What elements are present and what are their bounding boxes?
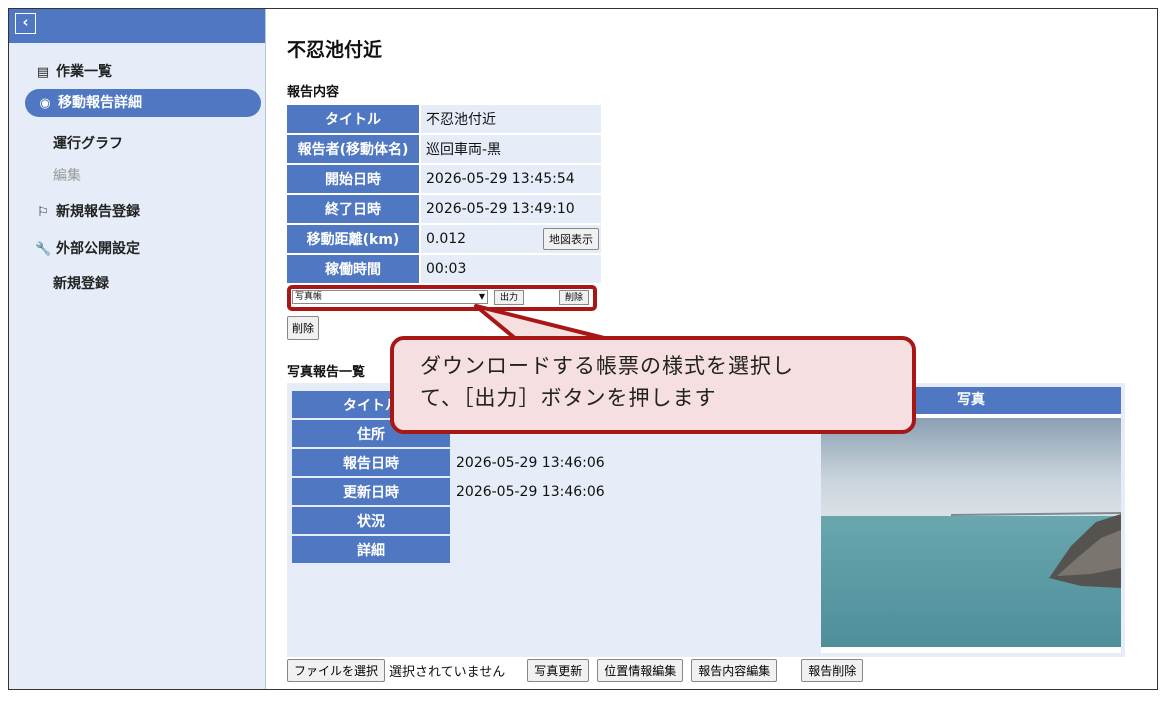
- distance-value: 0.012: [426, 231, 467, 247]
- row-value: 00:03: [421, 255, 601, 283]
- sidebar-item-label: 作業一覧: [56, 64, 112, 80]
- sidebar-item-public-settings[interactable]: 🔧 外部公開設定: [35, 238, 140, 258]
- row-value: 不忍池付近: [421, 105, 601, 133]
- table-row: 終了日時 2026-05-29 13:49:10: [287, 195, 601, 223]
- row-value: 2026-05-29 13:46:06: [456, 483, 605, 500]
- globe-icon: ◉: [39, 96, 51, 111]
- row-key: 更新日時: [292, 478, 450, 505]
- sidebar-item-label: 新規登録: [53, 276, 109, 292]
- table-row: 報告者(移動体名) 巡回車両-黒: [287, 135, 601, 163]
- table-row: 報告日時 2026-05-29 13:46:06: [292, 449, 810, 476]
- table-row: タイトル 不忍池付近: [287, 105, 601, 133]
- export-highlight-box: 写真帳 ▼ 出力 削除: [287, 285, 597, 311]
- sidebar-item-label: 新規報告登録: [56, 204, 140, 220]
- report-section-title: 報告内容: [287, 85, 340, 100]
- table-row: 開始日時 2026-05-29 13:45:54: [287, 165, 601, 193]
- sidebar-item-edit: 編集: [53, 165, 81, 185]
- table-row: 状況: [292, 507, 810, 534]
- sidebar-item-report-detail[interactable]: ◉ 移動報告詳細: [25, 89, 261, 117]
- row-value: 0.012 地図表示: [421, 225, 601, 253]
- row-value: 2026-05-29 13:45:54: [421, 165, 601, 193]
- row-key: 稼働時間: [287, 255, 421, 283]
- page-title: 不忍池付近: [287, 39, 383, 61]
- row-key: 報告日時: [292, 449, 450, 476]
- table-row: 更新日時 2026-05-29 13:46:06: [292, 478, 810, 505]
- row-value: 2026-05-29 13:46:06: [456, 454, 605, 471]
- wrench-icon: 🔧: [35, 242, 52, 257]
- sidebar-header: ‹: [9, 9, 265, 43]
- sidebar-item-operation-graph[interactable]: 運行グラフ: [53, 133, 123, 153]
- table-row: 稼働時間 00:03: [287, 255, 601, 283]
- sidebar-item-task-list[interactable]: ▤ 作業一覧: [35, 61, 112, 81]
- edit-report-button[interactable]: 報告内容編集: [691, 658, 778, 682]
- callout-line: ダウンロードする帳票の様式を選択し: [420, 354, 794, 378]
- chevron-down-icon: ▼: [478, 292, 485, 301]
- report-detail-table: タイトル 不忍池付近 報告者(移動体名) 巡回車両-黒 開始日時 2026-05-29…: [287, 103, 601, 285]
- chevron-left-icon[interactable]: ‹: [15, 13, 36, 34]
- row-key: タイトル: [287, 105, 421, 133]
- sidebar: ‹ ▤ 作業一覧 ◉ 移動報告詳細 運行グラフ 編集 ⚐ 新規報告登録 🔧 外部公開設定…: [9, 9, 266, 689]
- instruction-callout: ダウンロードする帳票の様式を選択し て、［出力］ボタンを押します: [390, 336, 916, 434]
- output-button[interactable]: 出力: [494, 290, 525, 305]
- update-photo-button[interactable]: 写真更新: [527, 658, 590, 682]
- list-icon: ▤: [36, 65, 50, 80]
- flag-icon: ⚐: [37, 205, 49, 220]
- photo-section-title: 写真報告一覧: [287, 365, 366, 380]
- row-value: [450, 536, 810, 563]
- edit-location-button[interactable]: 位置情報編集: [597, 658, 684, 682]
- row-key: 詳細: [292, 536, 450, 563]
- table-row: 詳細: [292, 536, 810, 563]
- sidebar-item-label: 運行グラフ: [53, 136, 123, 152]
- report-photo[interactable]: [821, 418, 1121, 647]
- row-key: 終了日時: [287, 195, 421, 223]
- row-value: [450, 507, 810, 534]
- sidebar-item-new-report[interactable]: ⚐ 新規報告登録: [35, 201, 140, 221]
- row-key: 状況: [292, 507, 450, 534]
- delete-report-button[interactable]: 報告削除: [801, 658, 864, 682]
- row-key: 報告者(移動体名): [287, 135, 421, 163]
- row-key: 移動距離(km): [287, 225, 421, 253]
- map-display-button[interactable]: 地図表示: [543, 228, 599, 250]
- sidebar-item-label: 外部公開設定: [56, 241, 140, 257]
- export-delete-button[interactable]: 削除: [559, 290, 590, 305]
- callout-line: て、［出力］ボタンを押します: [420, 386, 717, 410]
- row-key: 開始日時: [287, 165, 421, 193]
- file-status: 選択されていません: [389, 664, 506, 680]
- sidebar-item-label: 編集: [53, 168, 81, 184]
- delete-button[interactable]: 削除: [287, 316, 319, 340]
- sidebar-item-new-registration[interactable]: 新規登録: [53, 273, 109, 293]
- select-value: 写真帳: [295, 292, 323, 302]
- row-value: 2026-05-29 13:49:10: [421, 195, 601, 223]
- choose-file-button[interactable]: ファイルを選択: [287, 658, 386, 682]
- form-template-select[interactable]: 写真帳 ▼: [292, 290, 488, 304]
- sidebar-item-label: 移動報告詳細: [58, 95, 142, 111]
- row-value: 巡回車両-黒: [421, 135, 601, 163]
- bottom-toolbar: ファイルを選択 選択されていません 写真更新 位置情報編集 報告内容編集 報告削…: [287, 658, 871, 682]
- table-row: 移動距離(km) 0.012 地図表示: [287, 225, 601, 253]
